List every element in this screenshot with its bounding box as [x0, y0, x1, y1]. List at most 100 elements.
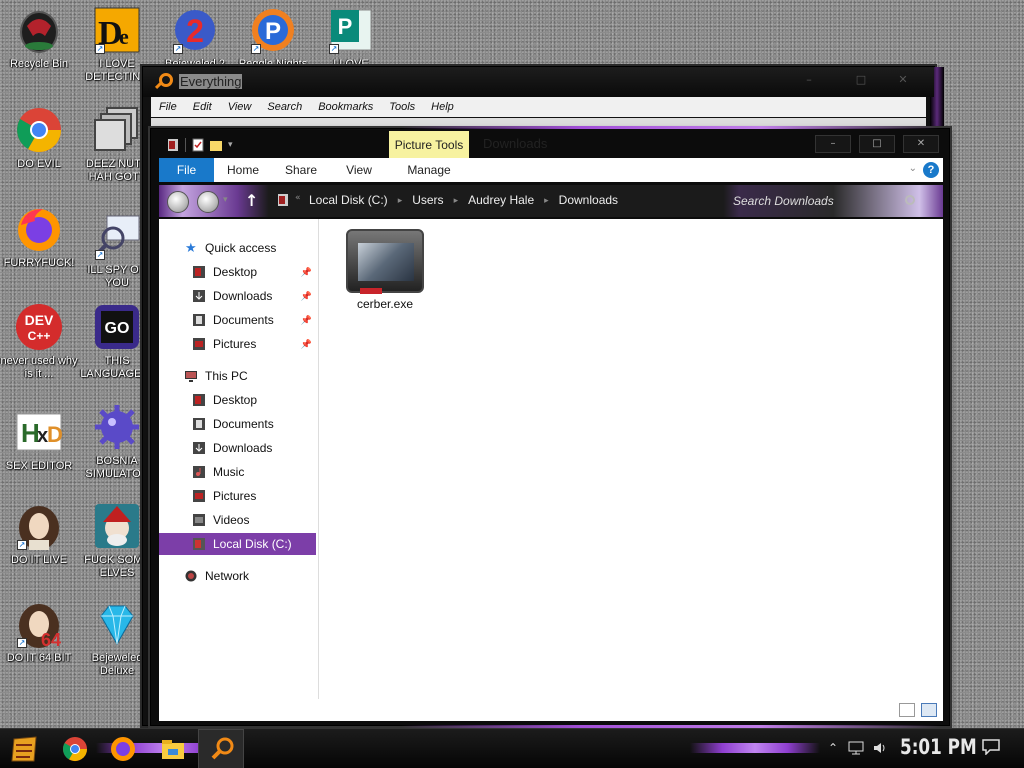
- taskbar-chrome[interactable]: [58, 733, 92, 765]
- svg-text:DEV: DEV: [25, 312, 54, 328]
- shortcut-arrow-icon: ↗: [251, 44, 261, 54]
- tab-manage[interactable]: Manage: [397, 158, 461, 182]
- chevron-up-icon[interactable]: ⌃: [828, 741, 838, 755]
- breadcrumb-audrey-hale[interactable]: Audrey Hale: [468, 193, 534, 207]
- menu-bookmarks[interactable]: Bookmarks: [310, 101, 381, 113]
- tab-view[interactable]: View: [337, 158, 381, 182]
- breadcrumb: Local Disk (C:) ▸ Users ▸ Audrey Hale ▸ …: [309, 193, 618, 207]
- nav-pc-videos[interactable]: Videos: [159, 509, 316, 531]
- menu-edit[interactable]: Edit: [185, 101, 220, 113]
- taskbar-file-explorer[interactable]: [156, 733, 190, 765]
- explorer-content: ★ Quick access Desktop 📌 Downloads 📌 Doc…: [159, 219, 943, 721]
- breadcrumb-users[interactable]: Users: [412, 193, 443, 207]
- everything-titlebar[interactable]: Everything – □ ✕: [143, 67, 934, 97]
- search-input[interactable]: Search Downloads: [725, 189, 921, 213]
- menu-view[interactable]: View: [220, 101, 260, 113]
- pin-icon[interactable]: 📌: [301, 333, 312, 355]
- start-button[interactable]: [8, 733, 42, 765]
- qat-dropdown-icon[interactable]: ▾: [228, 140, 233, 150]
- desktop-icon-label: DO IT LIVE: [10, 554, 68, 566]
- desktop-icon-sex-editor[interactable]: HxD SEX EDITOR: [0, 408, 78, 473]
- menu-tools[interactable]: Tools: [381, 101, 423, 113]
- tab-home[interactable]: Home: [221, 158, 265, 182]
- taskbar-firefox[interactable]: [106, 733, 140, 765]
- breadcrumb-local-disk[interactable]: Local Disk (C:): [309, 193, 388, 207]
- breadcrumb-separator-icon[interactable]: ▸: [398, 195, 403, 206]
- explorer-minimize-button[interactable]: –: [815, 135, 851, 153]
- file-item[interactable]: cerber.exe: [345, 229, 425, 311]
- pin-icon[interactable]: 📌: [301, 309, 312, 331]
- desktop-icon-dev-cpp[interactable]: DEV C++ never used why is it ...: [0, 303, 78, 381]
- everything-close-button[interactable]: ✕: [889, 73, 917, 89]
- desktop-icon-furryfuck[interactable]: FURRYFUCK!: [0, 205, 78, 270]
- menu-help[interactable]: Help: [423, 101, 462, 113]
- expand-ribbon-icon[interactable]: ⌄: [909, 163, 917, 174]
- recent-locations-icon[interactable]: ▾: [223, 195, 228, 205]
- desktop-icon-peggle[interactable]: P ↗ Peggle Nights: [234, 6, 312, 71]
- network-icon[interactable]: [848, 741, 864, 755]
- desktop-icon-recycle-bin[interactable]: Recycle Bin: [0, 6, 78, 71]
- nav-quick-access[interactable]: ★ Quick access: [159, 237, 316, 259]
- nav-network[interactable]: Network: [159, 565, 316, 587]
- desktop-icon-bejeweled-2[interactable]: 2 ↗ Bejeweled 2: [156, 6, 234, 71]
- breadcrumb-separator-icon[interactable]: ▸: [544, 195, 549, 206]
- nav-pc-desktop[interactable]: Desktop: [159, 389, 316, 411]
- detect-it-easy-icon: De ↗: [93, 6, 141, 54]
- shortcut-arrow-icon: ↗: [17, 638, 27, 648]
- help-icon[interactable]: ?: [923, 162, 939, 178]
- forward-button[interactable]: [197, 191, 219, 213]
- peggle-icon: P ↗: [249, 6, 297, 54]
- volume-icon[interactable]: [872, 741, 888, 755]
- new-folder-icon[interactable]: [210, 138, 222, 152]
- nav-pc-music[interactable]: Music: [159, 461, 316, 483]
- explorer-maximize-button[interactable]: □: [859, 135, 895, 153]
- nav-pc-local-disk[interactable]: Local Disk (C:): [159, 533, 316, 555]
- explorer-close-button[interactable]: ✕: [903, 135, 939, 153]
- nav-pc-pictures[interactable]: Pictures: [159, 485, 316, 507]
- details-view-icon[interactable]: [899, 703, 915, 717]
- nav-label: Downloads: [213, 441, 273, 455]
- nav-pc-documents[interactable]: Documents: [159, 413, 316, 435]
- desktop-icon-publisher[interactable]: P ↗ I LOVE: [312, 6, 390, 71]
- taskbar-everything[interactable]: [198, 729, 244, 768]
- nav-quick-downloads[interactable]: Downloads 📌: [159, 285, 316, 307]
- nav-label: Desktop: [213, 265, 258, 279]
- pin-icon[interactable]: 📌: [301, 261, 312, 283]
- breadcrumb-separator-icon[interactable]: ▸: [454, 195, 459, 206]
- desktop-icon-do-it-live[interactable]: ↗ DO IT LIVE: [0, 502, 78, 567]
- nav-label: Network: [205, 569, 250, 583]
- pin-icon[interactable]: 📌: [301, 285, 312, 307]
- breadcrumb-overflow-icon[interactable]: «: [295, 193, 301, 203]
- tab-file[interactable]: File: [159, 158, 214, 182]
- nav-this-pc[interactable]: This PC: [159, 365, 316, 387]
- picture-tools-tab[interactable]: Picture Tools: [389, 131, 469, 159]
- recycle-bin-icon: [15, 6, 63, 54]
- nav-quick-pictures[interactable]: Pictures 📌: [159, 333, 316, 355]
- network-icon: [185, 570, 197, 582]
- tab-share[interactable]: Share: [279, 158, 323, 182]
- explorer-title: Downloads: [483, 136, 548, 151]
- desktop-icon-label: DO EVIL: [17, 158, 61, 170]
- nav-label: Local Disk (C:): [213, 537, 292, 551]
- properties-icon[interactable]: [192, 138, 204, 152]
- file-name: cerber.exe: [356, 297, 414, 311]
- explorer-window[interactable]: ▾ Picture Tools Downloads – □ ✕ File Hom…: [150, 126, 950, 728]
- back-button[interactable]: [167, 191, 189, 213]
- up-arrow-icon[interactable]: ↑: [245, 191, 258, 210]
- everything-maximize-button[interactable]: □: [847, 73, 875, 89]
- large-icons-view-icon[interactable]: [921, 703, 937, 717]
- menu-search[interactable]: Search: [259, 101, 310, 113]
- everything-icon: [159, 73, 173, 87]
- menu-file[interactable]: File: [151, 101, 185, 113]
- nav-quick-desktop[interactable]: Desktop 📌: [159, 261, 316, 283]
- breadcrumb-downloads[interactable]: Downloads: [559, 193, 618, 207]
- search-icon[interactable]: [905, 195, 915, 205]
- nav-pc-downloads[interactable]: Downloads: [159, 437, 316, 459]
- desktop-icon-do-evil[interactable]: DO EVIL: [0, 106, 78, 171]
- everything-minimize-button[interactable]: –: [795, 73, 823, 89]
- notification-icon[interactable]: [982, 739, 1000, 755]
- desktop-icon-do-it-64-bit[interactable]: 64 ↗ DO IT 64 BIT: [0, 600, 78, 665]
- nav-quick-documents[interactable]: Documents 📌: [159, 309, 316, 331]
- taskbar-clock[interactable]: 5:01 PM: [900, 735, 977, 759]
- shortcut-arrow-icon: ↗: [329, 44, 339, 54]
